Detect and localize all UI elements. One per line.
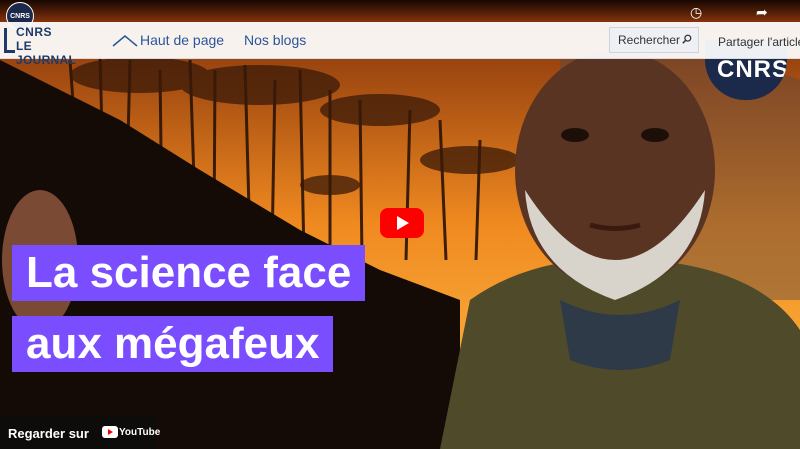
logo-mark [4, 28, 15, 53]
chevron-up-icon [112, 35, 138, 47]
logo-line2: LE JOURNAL [16, 39, 77, 67]
search-placeholder: Rechercher [618, 33, 681, 47]
watch-on-label: Regarder sur [8, 426, 89, 441]
youtube-icon [102, 426, 118, 438]
watch-on-youtube-button[interactable]: Regarder sur YouTube [0, 416, 160, 449]
cnrs-corner-text: CNRS [717, 56, 787, 83]
cnrs-journal-logo[interactable]: CNRS LE JOURNAL [4, 24, 94, 67]
search-box[interactable]: Rechercher [609, 27, 699, 53]
nav-blogs-label: Nos blogs [244, 32, 307, 48]
share-icon[interactable]: ➦ [756, 4, 768, 21]
search-icon[interactable] [682, 34, 692, 44]
video-title-line1: La science face [12, 245, 366, 301]
share-article-link[interactable]: Partager l'article [718, 35, 800, 49]
video-frame[interactable]: CNRS ◷ ➦ CNRS La science face aux mégafe… [0, 0, 800, 449]
play-button[interactable] [380, 208, 424, 238]
nav-blogs[interactable]: Nos blogs [244, 32, 306, 48]
logo-line1: CNRS [16, 25, 53, 39]
nav-back-to-top[interactable]: Haut de page [112, 32, 224, 48]
site-header: CNRS LE JOURNAL Haut de page Nos blogs R… [0, 22, 800, 67]
youtube-top-bar: CNRS ◷ ➦ [0, 0, 800, 30]
youtube-label: YouTube [119, 427, 161, 438]
video-title-line2: aux mégafeux [12, 316, 334, 372]
nav-back-to-top-label: Haut de page [140, 32, 225, 48]
clock-icon[interactable]: ◷ [690, 4, 702, 21]
